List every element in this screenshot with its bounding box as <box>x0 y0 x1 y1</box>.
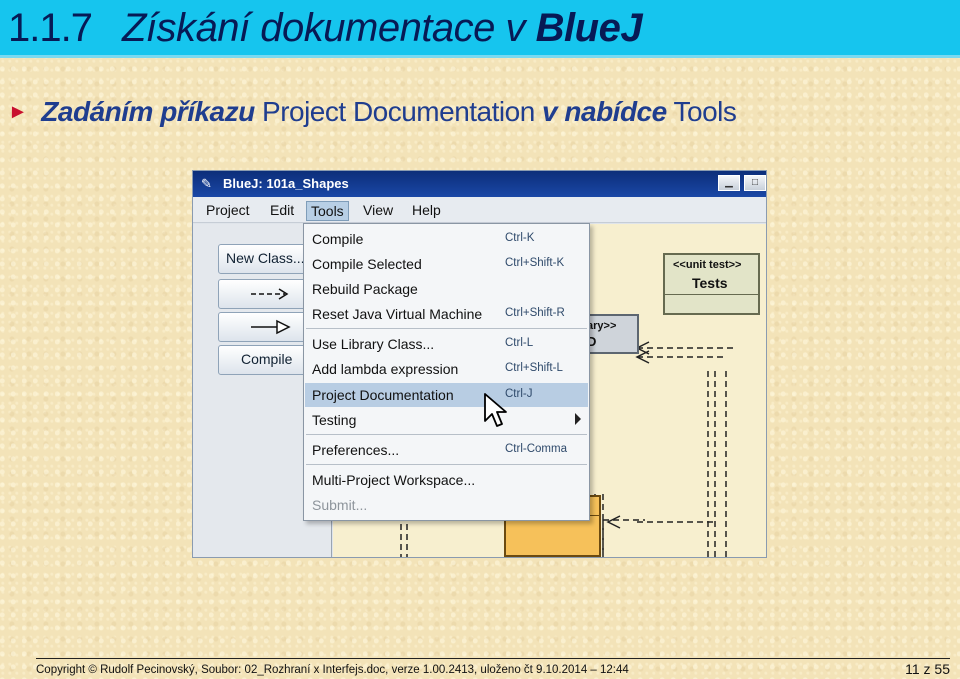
unit-test-divider <box>665 294 758 295</box>
menu-item-label: Reset Java Virtual Machine <box>312 306 483 322</box>
menu-project[interactable]: Project <box>202 201 254 221</box>
slide-title: Získání dokumentace v BlueJ <box>122 6 643 51</box>
slide-title-bar: 1.1.7 Získání dokumentace v BlueJ <box>0 0 960 58</box>
menu-item-label: Compile <box>312 231 364 247</box>
menu-item-compile[interactable]: Compile Ctrl-K <box>305 227 588 251</box>
maximize-button[interactable]: □ <box>744 175 766 191</box>
bullet-part-3: v nabídce <box>542 96 667 127</box>
menu-item-shortcut: Ctrl-Comma <box>505 443 567 455</box>
window-title: BlueJ: 101a_Shapes <box>223 176 349 191</box>
library-class-stereotype: ary>> <box>587 320 617 332</box>
bullet-point: ► Zadáním příkazu Project Documentation v… <box>8 96 737 128</box>
menu-item-rebuild-package[interactable]: Rebuild Package <box>305 277 588 301</box>
bullet-part-4: Tools <box>666 96 737 127</box>
menu-item-shortcut: Ctrl-J <box>505 388 533 400</box>
mouse-pointer-icon <box>484 393 507 427</box>
menu-tools[interactable]: Tools <box>306 201 349 221</box>
menu-item-label: Use Library Class... <box>312 336 435 352</box>
menu-item-shortcut: Ctrl+Shift-L <box>505 362 563 374</box>
menu-item-multi-project-workspace[interactable]: Multi-Project Workspace... <box>305 468 588 492</box>
minimize-button[interactable]: ▁ <box>718 175 740 191</box>
footer-copyright: Copyright © Rudolf Pecinovský, Soubor: 0… <box>36 664 629 676</box>
bullet-part-2: Project Documentation <box>254 96 543 127</box>
unit-test-class-box[interactable]: <<unit test>> Tests <box>663 253 760 315</box>
menu-item-shortcut: Ctrl+Shift-K <box>505 257 565 269</box>
menu-item-add-lambda[interactable]: Add lambda expression Ctrl+Shift-L <box>305 357 588 381</box>
menu-item-label: Multi-Project Workspace... <box>312 472 476 488</box>
slide-title-regular: Získání dokumentace v <box>122 6 536 50</box>
menu-item-label: Add lambda expression <box>312 361 459 377</box>
bluej-bird-icon: ✎ <box>201 176 212 191</box>
menu-separator <box>306 328 587 329</box>
bluej-window: ✎ BlueJ: 101a_Shapes ▁ □ Project Edit To… <box>192 170 767 558</box>
menu-help[interactable]: Help <box>408 201 445 221</box>
unit-test-name: Tests <box>692 275 728 291</box>
menu-item-compile-selected[interactable]: Compile Selected Ctrl+Shift-K <box>305 252 588 276</box>
window-titlebar[interactable]: ✎ BlueJ: 101a_Shapes ▁ □ <box>193 171 766 197</box>
menu-item-testing[interactable]: Testing <box>305 408 588 432</box>
dependency-arrow-icon <box>251 288 289 300</box>
menu-item-submit: Submit... <box>305 493 588 517</box>
bullet-part-1: Zadáním příkazu <box>41 96 255 127</box>
menu-item-label: Submit... <box>312 497 368 513</box>
menu-separator <box>306 434 587 435</box>
menu-item-label: Project Documentation <box>312 387 454 403</box>
menu-item-shortcut: Ctrl-L <box>505 337 534 349</box>
bullet-arrow-icon: ► <box>8 101 28 123</box>
unit-test-stereotype: <<unit test>> <box>673 259 742 271</box>
menu-item-label: Compile Selected <box>312 256 422 272</box>
inheritance-arrow-icon <box>251 319 291 335</box>
menu-separator <box>306 464 587 465</box>
submenu-arrow-icon <box>575 413 581 425</box>
menu-item-label: Testing <box>312 412 357 428</box>
menu-item-project-documentation[interactable]: Project Documentation Ctrl-J <box>305 383 588 407</box>
menu-item-label: Preferences... <box>312 442 400 458</box>
menu-item-preferences[interactable]: Preferences... Ctrl-Comma <box>305 438 588 462</box>
menu-item-label: Rebuild Package <box>312 281 418 297</box>
footer-divider <box>36 658 950 659</box>
menubar: Project Edit Tools View Help <box>193 197 766 223</box>
tools-dropdown-menu: Compile Ctrl-K Compile Selected Ctrl+Shi… <box>303 223 590 521</box>
menu-item-shortcut: Ctrl-K <box>505 232 535 244</box>
menu-edit[interactable]: Edit <box>266 201 298 221</box>
menu-item-reset-jvm[interactable]: Reset Java Virtual Machine Ctrl+Shift-R <box>305 302 588 326</box>
menu-item-shortcut: Ctrl+Shift-R <box>505 307 565 319</box>
slide-title-strong: BlueJ <box>535 6 643 50</box>
slide-number: 1.1.7 <box>8 6 93 50</box>
menu-item-use-library-class[interactable]: Use Library Class... Ctrl-L <box>305 332 588 356</box>
page-number: 11 z 55 <box>905 661 950 677</box>
menu-view[interactable]: View <box>359 201 397 221</box>
